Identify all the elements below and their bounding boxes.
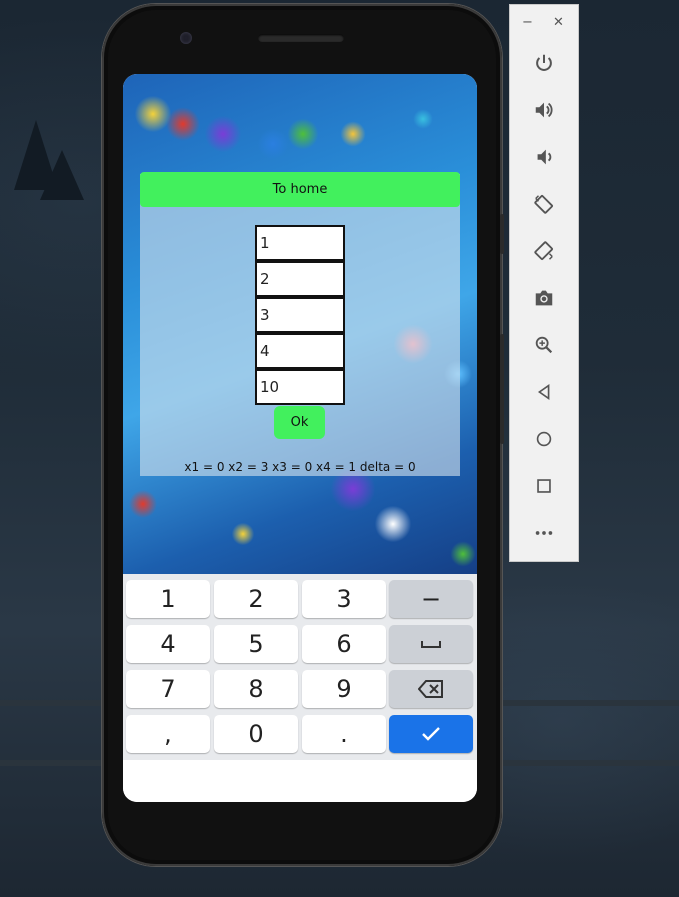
toolbar-window-controls: − ✕ — [510, 15, 580, 35]
rotate-left-button[interactable] — [528, 188, 560, 220]
to-home-button[interactable]: To home — [140, 172, 460, 207]
back-button[interactable] — [528, 376, 560, 408]
emulator-toolbar: − ✕ — [509, 4, 579, 562]
key-0[interactable]: 0 — [214, 715, 298, 753]
ok-button[interactable]: Ok — [274, 406, 325, 439]
phone-device: To home 1 2 3 4 10 Ok x1 = 0 x2 = 3 x3 =… — [102, 4, 504, 866]
input-field-5[interactable]: 10 — [255, 369, 345, 405]
more-icon — [535, 531, 553, 535]
key-backspace[interactable] — [389, 670, 473, 708]
screenshot-button[interactable] — [528, 282, 560, 314]
earpiece-speaker — [258, 34, 344, 42]
volume-up-button[interactable] — [528, 94, 560, 126]
key-4[interactable]: 4 — [126, 625, 210, 663]
key-period[interactable]: . — [302, 715, 386, 753]
space-icon — [421, 641, 441, 648]
key-1[interactable]: 1 — [126, 580, 210, 618]
result-text: x1 = 0 x2 = 3 x3 = 0 x4 = 1 delta = 0 — [184, 460, 416, 474]
numeric-keyboard: 1 2 3 − 4 5 6 7 8 9 , 0 . — [123, 574, 477, 760]
input-field-2[interactable]: 2 — [255, 261, 345, 297]
zoom-button[interactable] — [528, 329, 560, 361]
zoom-icon — [535, 336, 553, 354]
key-comma[interactable]: , — [126, 715, 210, 753]
home-icon — [536, 431, 552, 447]
backspace-icon — [418, 680, 443, 698]
minimize-button[interactable]: − — [522, 15, 533, 30]
input-field-1[interactable]: 1 — [255, 225, 345, 261]
key-space[interactable] — [389, 625, 473, 663]
phone-power-side-button — [500, 214, 504, 254]
key-9[interactable]: 9 — [302, 670, 386, 708]
phone-screen: To home 1 2 3 4 10 Ok x1 = 0 x2 = 3 x3 =… — [123, 74, 477, 802]
front-camera — [180, 32, 192, 44]
system-nav-area — [123, 760, 477, 802]
check-icon — [422, 727, 440, 741]
close-button[interactable]: ✕ — [553, 15, 564, 30]
key-6[interactable]: 6 — [302, 625, 386, 663]
power-icon — [536, 54, 552, 71]
key-8[interactable]: 8 — [214, 670, 298, 708]
key-5[interactable]: 5 — [214, 625, 298, 663]
key-7[interactable]: 7 — [126, 670, 210, 708]
overview-button[interactable] — [528, 470, 560, 502]
camera-icon — [535, 290, 553, 306]
key-3[interactable]: 3 — [302, 580, 386, 618]
more-button[interactable] — [528, 517, 560, 549]
volume-down-button[interactable] — [528, 141, 560, 173]
rotate-left-icon — [534, 195, 553, 214]
phone-volume-side-button — [500, 334, 504, 444]
key-2[interactable]: 2 — [214, 580, 298, 618]
background-tree — [40, 150, 84, 200]
key-minus[interactable]: − — [389, 580, 473, 618]
back-icon — [537, 383, 550, 401]
volume-down-icon — [537, 149, 552, 165]
home-button[interactable] — [528, 423, 560, 455]
input-field-4[interactable]: 4 — [255, 333, 345, 369]
volume-up-icon — [535, 102, 553, 118]
rotate-right-button[interactable] — [528, 235, 560, 267]
overview-icon — [537, 479, 551, 493]
key-done[interactable] — [389, 715, 473, 753]
power-button[interactable] — [528, 47, 560, 79]
input-field-3[interactable]: 3 — [255, 297, 345, 333]
rotate-right-icon — [534, 241, 553, 260]
